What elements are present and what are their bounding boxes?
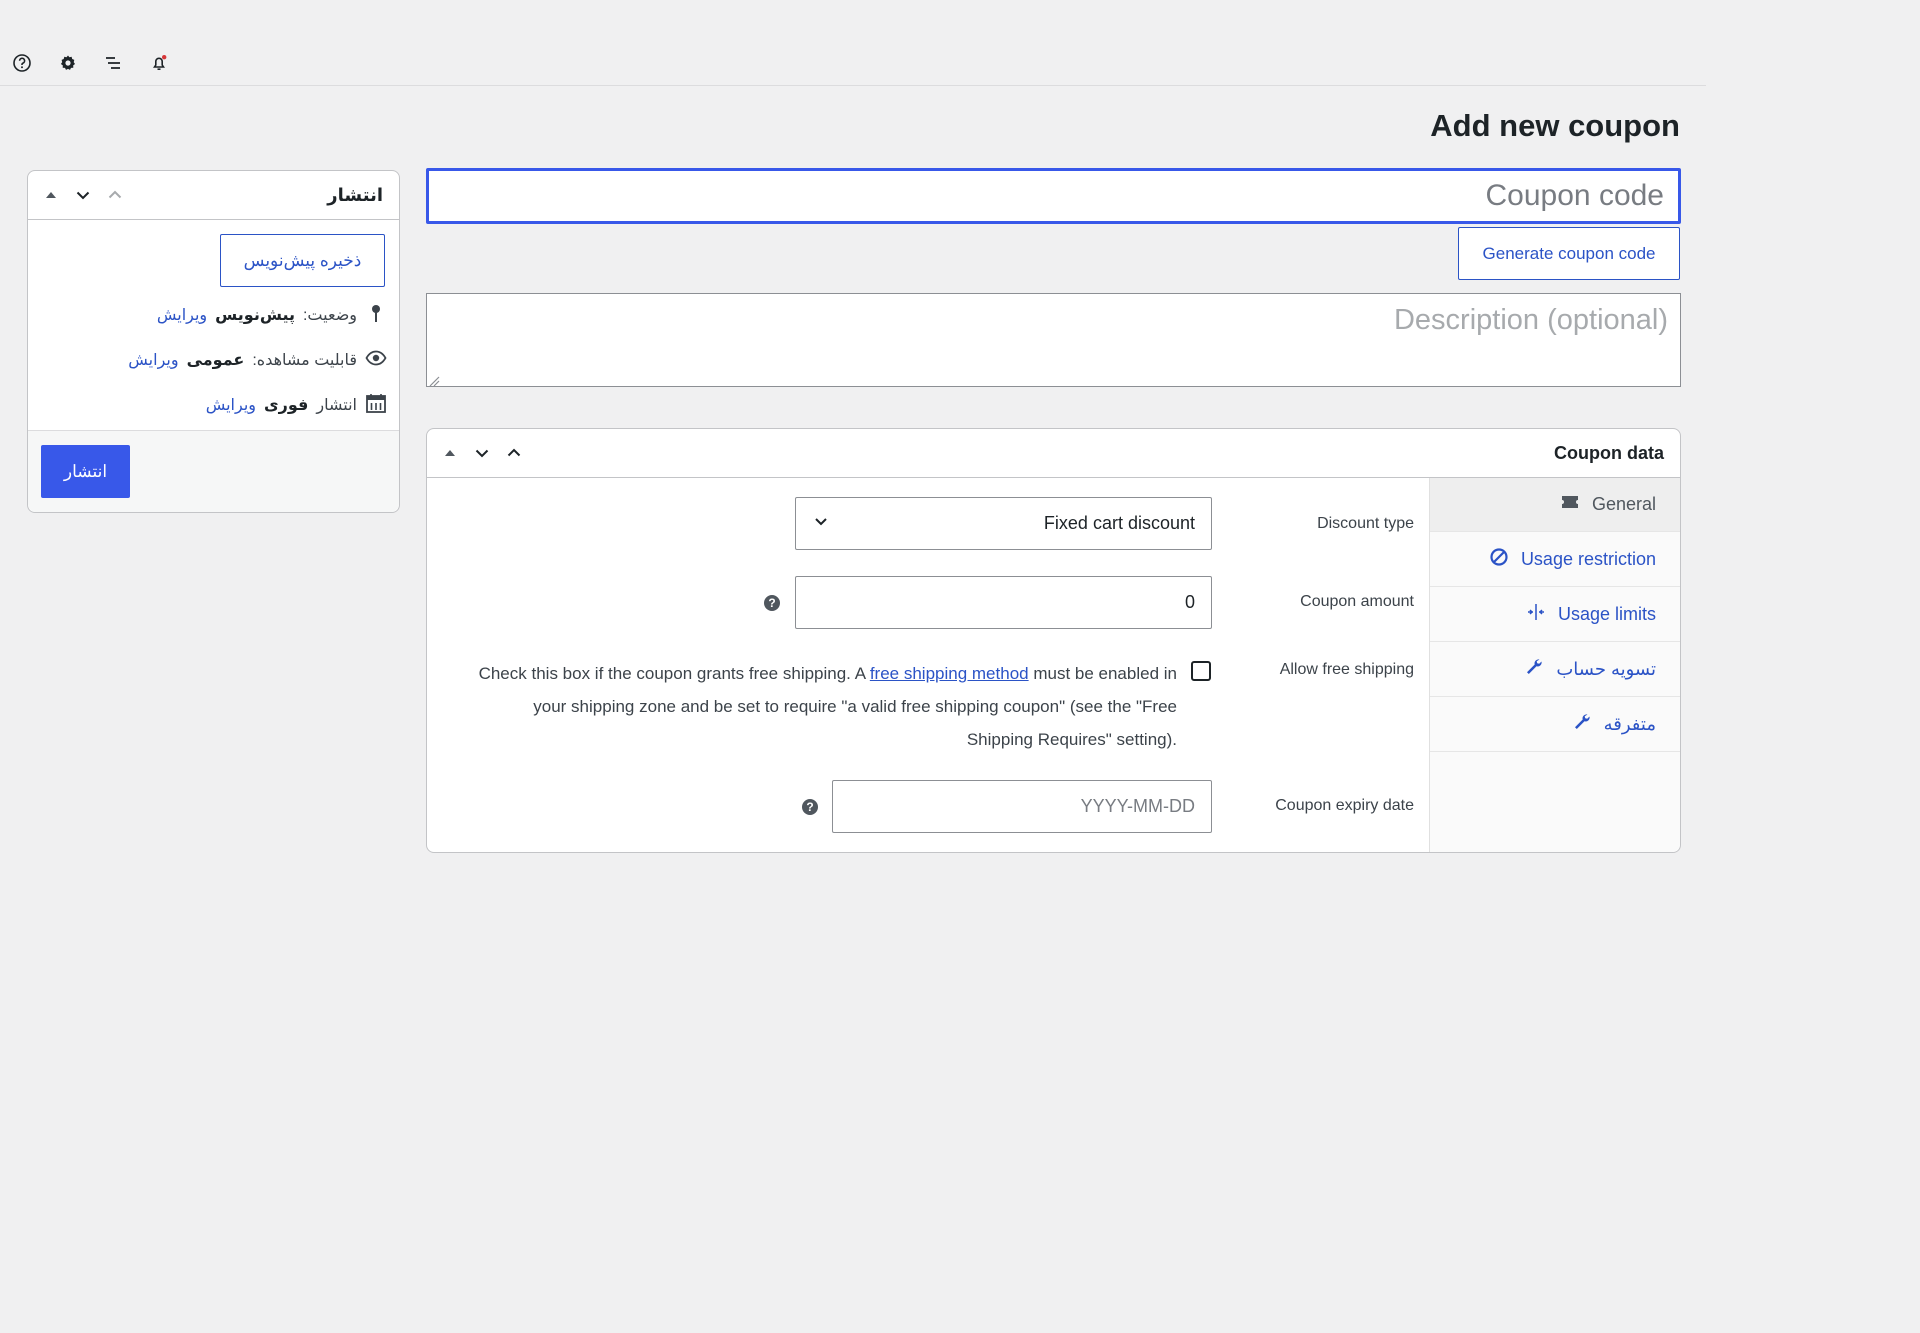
discount-type-label: Discount type [1317, 515, 1414, 532]
visibility-value: عمومی [186, 352, 245, 369]
tab-usage-restriction[interactable]: Usage restriction [1430, 533, 1680, 587]
publish-box-title: انتشار [327, 185, 383, 205]
coupon-data-tabs: General Usage restriction Usage limits ت… [1429, 478, 1680, 852]
publish-box-header: انتشار [28, 171, 399, 220]
free-shipping-method-link[interactable]: free shipping method [870, 664, 1029, 683]
tab-label: General [1591, 494, 1656, 514]
tab-label: Usage restriction [1520, 549, 1656, 569]
toggle-panel-icon[interactable] [435, 439, 465, 467]
coupon-amount-label: Coupon amount [1300, 593, 1414, 610]
generate-coupon-code-button[interactable]: Generate coupon code [1458, 227, 1680, 280]
ticket-icon [1560, 492, 1580, 517]
discount-type-select[interactable]: Fixed cart discount [795, 497, 1212, 550]
tab-label: تسویه حساب [1556, 659, 1656, 679]
tab-label: Usage limits [1557, 604, 1656, 624]
edit-visibility-link[interactable]: ویرایش [128, 350, 178, 370]
publish-label: انتشار [316, 397, 357, 414]
tab-checkout[interactable]: تسویه حساب [1430, 643, 1680, 697]
save-draft-button[interactable]: ذخیره پیش‌نویس [220, 234, 385, 287]
pin-icon [365, 302, 387, 329]
status-value: پیش‌نویس [215, 307, 295, 324]
limits-icon [1526, 602, 1546, 627]
free-shipping-label: Allow free shipping [1279, 661, 1414, 678]
edit-status-link[interactable]: ویرایش [157, 305, 207, 325]
top-toolbar [0, 0, 1706, 86]
publish-button[interactable]: انتشار [41, 445, 130, 498]
coupon-data-title: Coupon data [1554, 443, 1664, 463]
free-shipping-desc-before: Check this box if the coupon grants free… [478, 664, 870, 683]
page-title: Add new coupon [1430, 108, 1680, 143]
help-tip-icon[interactable]: ? [764, 595, 780, 611]
activity-list-icon[interactable] [102, 52, 124, 74]
visibility-row: قابلیت مشاهده: عمومی ویرایش [128, 348, 387, 372]
eye-icon [365, 347, 387, 374]
coupon-amount-input[interactable] [795, 576, 1212, 629]
help-icon[interactable] [11, 52, 33, 74]
chevron-up-icon[interactable] [100, 181, 130, 209]
coupon-data-header: Coupon data [427, 429, 1680, 478]
edit-publish-time-link[interactable]: ویرایش [206, 395, 256, 415]
tab-general[interactable]: General [1430, 478, 1680, 532]
chevron-down-icon[interactable] [68, 181, 98, 209]
calendar-icon [365, 392, 387, 419]
wrench-icon [1572, 712, 1592, 737]
tab-label: متفرقه [1603, 714, 1656, 734]
publish-value: فوری [264, 397, 309, 414]
free-shipping-checkbox[interactable] [1191, 661, 1211, 681]
discount-type-value: Fixed cart discount [1043, 513, 1195, 533]
visibility-label: قابلیت مشاهده: [252, 352, 357, 369]
tab-usage-limits[interactable]: Usage limits [1430, 588, 1680, 642]
expiry-date-label: Coupon expiry date [1275, 797, 1414, 814]
expiry-date-input[interactable] [832, 780, 1212, 833]
chevron-down-icon[interactable] [467, 439, 497, 467]
help-tip-icon[interactable]: ? [802, 799, 818, 815]
toggle-panel-icon[interactable] [36, 181, 66, 209]
status-label: وضعیت: [302, 307, 357, 324]
resize-grip-icon[interactable] [428, 374, 440, 387]
publish-box: انتشار ذخیره پیش‌نویس وضعیت: پیش‌نویس وی… [27, 170, 400, 513]
no-entry-icon [1489, 547, 1509, 572]
bell-icon[interactable] [148, 52, 170, 74]
publish-time-row: انتشار فوری ویرایش [206, 393, 387, 417]
gear-icon[interactable] [57, 52, 79, 74]
status-row: وضعیت: پیش‌نویس ویرایش [157, 303, 387, 327]
coupon-data-box: Coupon data General Usage restriction Us… [426, 428, 1681, 853]
tab-misc[interactable]: متفرقه [1430, 698, 1680, 752]
free-shipping-description: Check this box if the coupon grants free… [467, 657, 1177, 756]
chevron-down-icon [812, 512, 830, 535]
description-textarea[interactable] [426, 293, 1681, 387]
wrench-icon [1524, 657, 1544, 682]
publish-box-footer: انتشار [28, 430, 399, 512]
chevron-up-icon[interactable] [499, 439, 529, 467]
coupon-code-input[interactable] [426, 168, 1681, 224]
